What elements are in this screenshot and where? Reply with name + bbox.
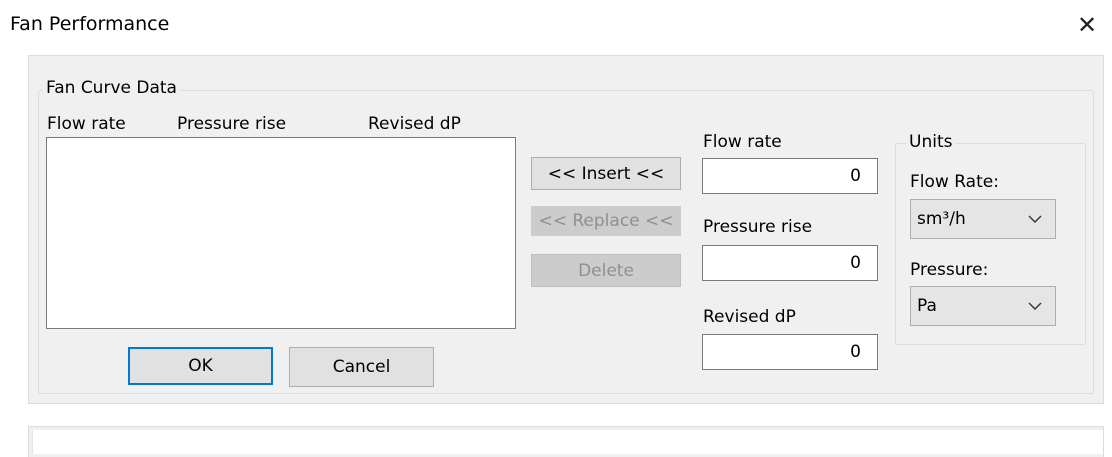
flow-rate-unit-value: sm³/h [917, 209, 966, 229]
bottom-panel-content [32, 430, 1103, 454]
units-group-title: Units [906, 132, 956, 152]
column-header-revised-dp: Revised dP [368, 114, 461, 134]
pressure-rise-label: Pressure rise [703, 217, 813, 237]
revised-dp-label: Revised dP [703, 307, 796, 327]
insert-button[interactable]: << Insert << [531, 157, 681, 190]
cancel-button[interactable]: Cancel [289, 347, 434, 387]
fan-curve-list[interactable] [46, 137, 516, 329]
chevron-down-icon [1028, 302, 1042, 310]
pressure-rise-input[interactable]: 0 [702, 245, 878, 281]
units-flow-rate-label: Flow Rate: [910, 172, 999, 192]
chevron-down-icon [1028, 215, 1042, 223]
flow-rate-label: Flow rate [703, 132, 782, 152]
dialog-title: Fan Performance [10, 13, 170, 35]
pressure-unit-value: Pa [917, 296, 937, 316]
column-header-flow-rate: Flow rate [47, 114, 126, 134]
replace-button: << Replace << [531, 206, 681, 236]
revised-dp-input[interactable]: 0 [702, 334, 878, 370]
ok-button[interactable]: OK [128, 347, 273, 385]
fan-curve-group-title: Fan Curve Data [43, 78, 180, 98]
units-pressure-label: Pressure: [910, 260, 989, 280]
delete-button: Delete [531, 254, 681, 287]
close-icon[interactable]: ✕ [1072, 10, 1102, 40]
column-header-pressure-rise: Pressure rise [177, 114, 287, 134]
title-bar: Fan Performance ✕ [0, 0, 1112, 56]
flow-rate-unit-select[interactable]: sm³/h [910, 199, 1056, 239]
flow-rate-input[interactable]: 0 [702, 158, 878, 194]
pressure-unit-select[interactable]: Pa [910, 286, 1056, 326]
